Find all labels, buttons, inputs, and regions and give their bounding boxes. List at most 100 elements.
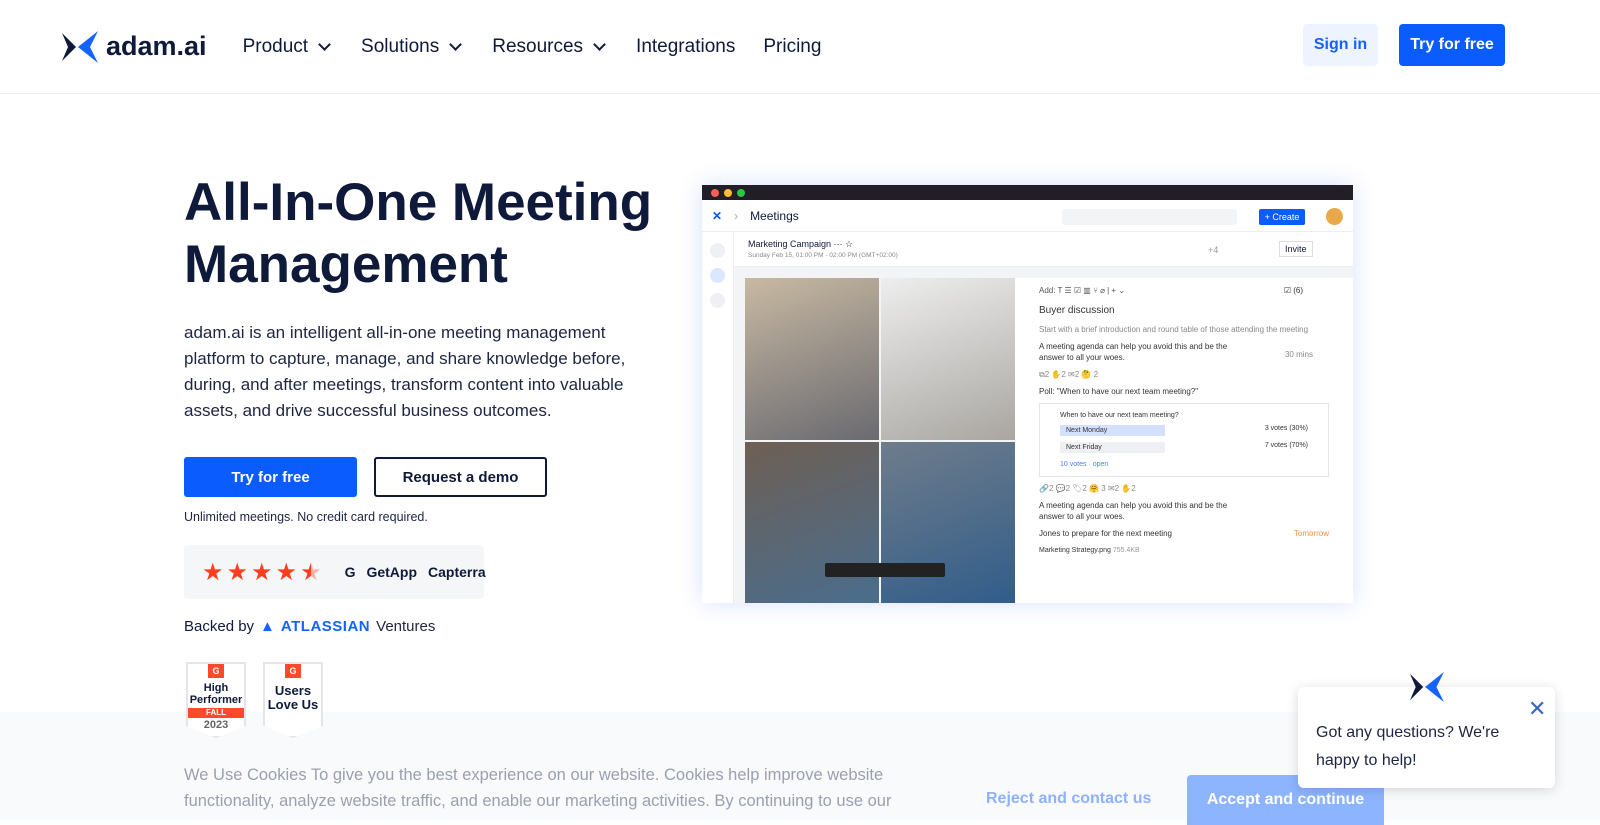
task-due: Tomorrow: [1293, 529, 1329, 538]
atlassian-label: ATLASSIAN: [280, 618, 371, 635]
reactions[interactable]: ⧉2 ✋2 ✉2 🤔 2: [1039, 369, 1329, 380]
app-logo-icon: ✕: [712, 208, 723, 223]
close-icon[interactable]: ✕: [1528, 696, 1546, 722]
nav-product-label: Product: [242, 35, 309, 57]
badge-season: FALL: [188, 708, 244, 718]
badge-line1: High: [203, 682, 229, 694]
poll-label: Poll: "When to have our next team meetin…: [1039, 387, 1199, 396]
poll-option[interactable]: Next Monday 3 votes (30%): [1060, 425, 1308, 436]
chat-logo-icon: [1410, 671, 1444, 703]
nav-product[interactable]: Product: [243, 36, 333, 58]
rating-box: ★ ★ ★ ★ ★ G GetApp Capterra: [184, 545, 486, 599]
try-free-button[interactable]: Try for free: [184, 457, 357, 497]
half-star-icon: ★: [300, 558, 322, 586]
g2-users-love-us-badge: G Users Love Us: [263, 662, 323, 738]
badge-line2: Performer: [189, 694, 243, 706]
topic-title: Buyer discussion: [1039, 305, 1115, 316]
video-tile: [745, 278, 879, 440]
brand-name: adam.ai: [106, 31, 207, 61]
cookie-text: We Use Cookies To give you the best expe…: [184, 766, 892, 810]
poll-option-label: Next Monday: [1060, 425, 1165, 436]
chevron-down-icon: [593, 37, 606, 51]
video-tile: [881, 278, 1015, 440]
item-duration: 30 mins: [1284, 350, 1313, 359]
backed-by: Backed by ▲ ATLASSIAN Ventures: [184, 618, 435, 635]
chevron-down-icon: [318, 37, 331, 51]
extra-participants: +4: [1208, 245, 1219, 255]
app-section-title: Meetings: [750, 208, 799, 223]
star-icon: ★: [275, 558, 298, 586]
atlassian-logo-icon: ▲: [260, 618, 275, 635]
request-demo-button[interactable]: Request a demo: [374, 457, 547, 497]
topic-intro: Start with a brief introduction and roun…: [1039, 325, 1309, 334]
nav-integrations[interactable]: Integrations: [636, 36, 735, 58]
chevron-down-icon: [449, 37, 463, 51]
poll-option-votes: 3 votes (30%): [1264, 425, 1308, 432]
poll-option-votes: 7 votes (70%): [1264, 442, 1308, 449]
sidebar-icon[interactable]: [710, 243, 725, 258]
invite-button[interactable]: Invite: [1279, 241, 1313, 257]
star-icon: ★: [251, 558, 273, 586]
star-icon: ★: [226, 558, 249, 586]
app-sidebar: [702, 233, 734, 603]
g2-high-performer-badge: G High Performer FALL 2023: [186, 662, 246, 738]
app-search-input[interactable]: [1062, 209, 1237, 225]
nav-resources[interactable]: Resources: [492, 36, 608, 58]
star-icon: ★: [202, 558, 224, 586]
call-controls[interactable]: [825, 563, 945, 577]
agenda-item: A meeting agenda can help you avoid this…: [1039, 501, 1228, 521]
nav-pricing[interactable]: Pricing: [763, 36, 821, 58]
reactions[interactable]: 🔗2 💬2 🏷2 🤗 3 ✉2 ✋2: [1039, 483, 1329, 494]
meeting-title: Marketing Campaign ··· ☆: [748, 239, 854, 249]
hero-title: All-In-One Meeting Management: [184, 173, 653, 294]
create-button[interactable]: + Create: [1259, 209, 1305, 225]
meeting-time: Sunday Feb 15, 01:00 PM - 02:00 PM (GMT+…: [748, 252, 898, 259]
tasks-count: ☑ (6): [1283, 286, 1303, 295]
video-tile: [745, 441, 879, 603]
nav-solutions-label: Solutions: [361, 35, 440, 57]
adam-logo-icon: [62, 30, 98, 63]
reject-cookies-link[interactable]: Reject and contact us: [986, 790, 1151, 808]
poll-option[interactable]: Next Friday 7 votes (70%): [1060, 442, 1308, 453]
top-nav: adam.ai Product Solutions Resources Inte…: [0, 0, 1600, 94]
maximize-dot-icon: [737, 188, 745, 197]
poll-option-label: Next Friday: [1060, 442, 1165, 453]
g2-logo-icon: G: [285, 664, 301, 678]
sign-in-button[interactable]: Sign in: [1303, 24, 1378, 66]
poll: When to have our next team meeting? Next…: [1039, 403, 1329, 477]
chevron-right-icon: ›: [734, 208, 739, 223]
brand-logo[interactable]: adam.ai: [62, 30, 207, 63]
ventures-label: Ventures: [376, 618, 436, 635]
nav-resources-label: Resources: [492, 35, 584, 57]
hero-description: adam.ai is an intelligent all-in-one mee…: [184, 323, 626, 420]
poll-question: When to have our next team meeting?: [1060, 412, 1179, 419]
video-grid: [745, 278, 1015, 603]
agenda-item: A meeting agenda can help you avoid this…: [1039, 342, 1228, 362]
g2-logo-icon: G: [344, 564, 356, 580]
agenda-panel: Add: T ☰ ☑ ▥ ⑂ ⌀ | + ⌄ ☑ (6) Buyer discu…: [1015, 278, 1353, 603]
minimize-dot-icon: [724, 188, 732, 197]
badge-line2: Love Us: [267, 697, 319, 712]
close-dot-icon: [711, 188, 719, 197]
avatar: [1326, 208, 1343, 225]
getapp-label: GetApp: [366, 564, 418, 580]
g2-logo-icon: G: [208, 664, 224, 678]
app-preview: ✕ › Meetings + Create Marketing Campaign ·…: [702, 185, 1353, 603]
attachment-size: 755.4KB: [1112, 547, 1140, 554]
nav-solutions[interactable]: Solutions: [361, 36, 464, 58]
backed-by-label: Backed by: [184, 618, 255, 635]
attachment-name[interactable]: Marketing Strategy.png: [1039, 547, 1111, 554]
capterra-label: Capterra: [428, 564, 486, 580]
video-tile: [881, 441, 1015, 603]
poll-total: 10 votes: [1060, 461, 1087, 468]
task-item[interactable]: Jones to prepare for the next meeting: [1039, 529, 1172, 538]
poll-status: open: [1092, 461, 1109, 468]
sidebar-icon[interactable]: [710, 293, 725, 308]
chat-message: Got any questions? We're happy to help!: [1316, 724, 1500, 769]
cta-note: Unlimited meetings. No credit card requi…: [184, 510, 428, 524]
try-free-nav-button[interactable]: Try for free: [1399, 24, 1505, 66]
badge-line1: Users: [274, 683, 312, 698]
meeting-header: Marketing Campaign ··· ☆ Sunday Feb 15, 0…: [734, 233, 1353, 267]
calendar-icon[interactable]: [710, 268, 725, 283]
badge-year: 2023: [203, 719, 229, 731]
